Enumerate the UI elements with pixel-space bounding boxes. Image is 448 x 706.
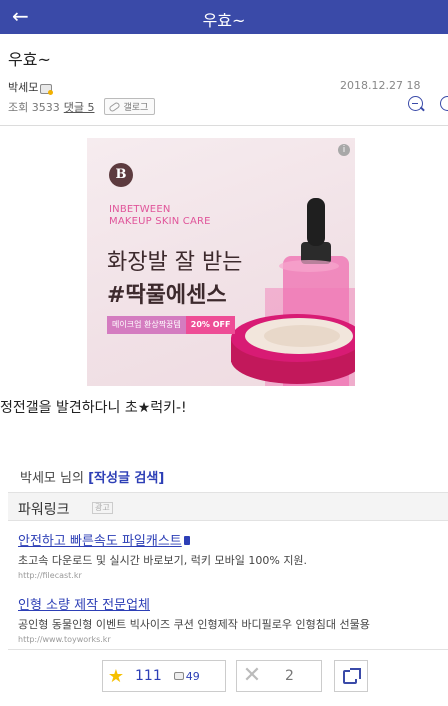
- ad-headline-2: #딱풀에센스: [107, 283, 227, 308]
- powerlink-item-url: http://filecast.kr: [18, 571, 82, 580]
- view-count: 조회 3533: [8, 100, 60, 114]
- recommend-button[interactable]: ★ 111 49: [102, 660, 226, 692]
- header-title: 우효~: [202, 11, 246, 30]
- post-title: 우효~: [8, 50, 51, 69]
- ad-brand-line-1: INBETWEEN: [109, 204, 171, 215]
- author-search-row: 박세모 님의 [작성글 검색]: [20, 467, 164, 486]
- top-app-bar: ← 우효~: [0, 0, 448, 34]
- ad-headline-1: 화장발 잘 받는: [107, 250, 243, 275]
- downvote-button[interactable]: ✕ 2: [236, 660, 322, 692]
- powerlink-item[interactable]: 인형 소량 제작 전문업체 공인형 동물인형 이벤트 빅사이즈 쿠션 인형제작 …: [18, 594, 370, 644]
- ad-promo-tag: 메이크업 환상짝꿍템 20% OFF: [107, 316, 236, 334]
- post-stats: 조회 3533 댓글 5 갤로그: [8, 98, 156, 115]
- author-row: 박세모: [8, 79, 54, 95]
- post-body: 정전갤을 발견하다니 초★럭키-!: [0, 400, 187, 416]
- fixed-user-icon: [173, 672, 184, 680]
- mobile-icon: [183, 536, 190, 545]
- powerlink-item-title[interactable]: 안전하고 빠른속도 파일캐스트: [18, 530, 307, 549]
- powerlink-item-title-text: 안전하고 빠른속도 파일캐스트: [18, 534, 182, 549]
- ad-info-icon[interactable]: i: [338, 144, 350, 156]
- gallog-label: 갤로그: [123, 103, 149, 113]
- author-posts-search-link[interactable]: [작성글 검색]: [88, 471, 164, 486]
- powerlink-item-url: http://www.toyworks.kr: [18, 635, 111, 644]
- author-name[interactable]: 박세모: [8, 79, 38, 95]
- powerlink-item-title[interactable]: 인형 소량 제작 전문업체: [18, 594, 370, 613]
- powerlink-item[interactable]: 안전하고 빠른속도 파일캐스트 초고속 다운로드 및 실시간 바로보기, 럭키 …: [18, 530, 307, 580]
- powerlink-item-desc: 공인형 동물인형 이벤트 빅사이즈 쿠션 인형제작 바디필로우 인형침대 선물용: [18, 618, 370, 631]
- powerlink-header: 파워링크 광고: [8, 492, 448, 521]
- fixed-recommend-count: 49: [185, 669, 200, 683]
- close-icon: ✕: [242, 663, 262, 688]
- ad-brand-name: INBETWEEN MAKEUP SKIN CARE: [109, 204, 211, 228]
- post-action-bar: ★ 111 49 ✕ 2: [0, 660, 448, 694]
- powerlink-item-desc: 초고속 다운로드 및 실시간 바로보기, 럭키 모바일 100% 지원.: [18, 554, 308, 567]
- user-level-icon: [40, 83, 54, 95]
- ad-badge: 광고: [92, 502, 113, 514]
- gallog-button[interactable]: 갤로그: [104, 98, 156, 115]
- ad-promo-text: 메이크업 환상짝꿍템: [107, 316, 186, 334]
- share-button[interactable]: [334, 660, 368, 692]
- brand-logo: B: [109, 163, 133, 187]
- zoom-out-icon[interactable]: [408, 96, 423, 111]
- post-header: 우효~ 박세모 2018.12.27 18 조회 3533 댓글 5 갤로그: [0, 34, 448, 126]
- ad-banner[interactable]: B i INBETWEEN MAKEUP SKIN CARE 화장발 잘 받는 …: [87, 138, 355, 386]
- star-icon: ★: [107, 665, 125, 687]
- share-arrow-icon: [350, 668, 361, 679]
- author-search-prefix: 박세모 님의: [20, 471, 89, 486]
- powerlink-list: 안전하고 빠른속도 파일캐스트 초고속 다운로드 및 실시간 바로보기, 럭키 …: [8, 521, 448, 650]
- downvote-count: 2: [285, 668, 294, 684]
- ad-discount-text: 20% OFF: [185, 316, 236, 334]
- powerlink-title: 파워링크: [18, 502, 70, 518]
- ad-brand-line-2: MAKEUP SKIN CARE: [109, 216, 211, 227]
- recommend-count: 111: [135, 668, 162, 684]
- zoom-in-icon[interactable]: [440, 96, 448, 111]
- comment-count-link[interactable]: 댓글 5: [64, 99, 95, 115]
- post-date: 2018.12.27 18: [340, 79, 421, 92]
- link-icon: [108, 100, 122, 113]
